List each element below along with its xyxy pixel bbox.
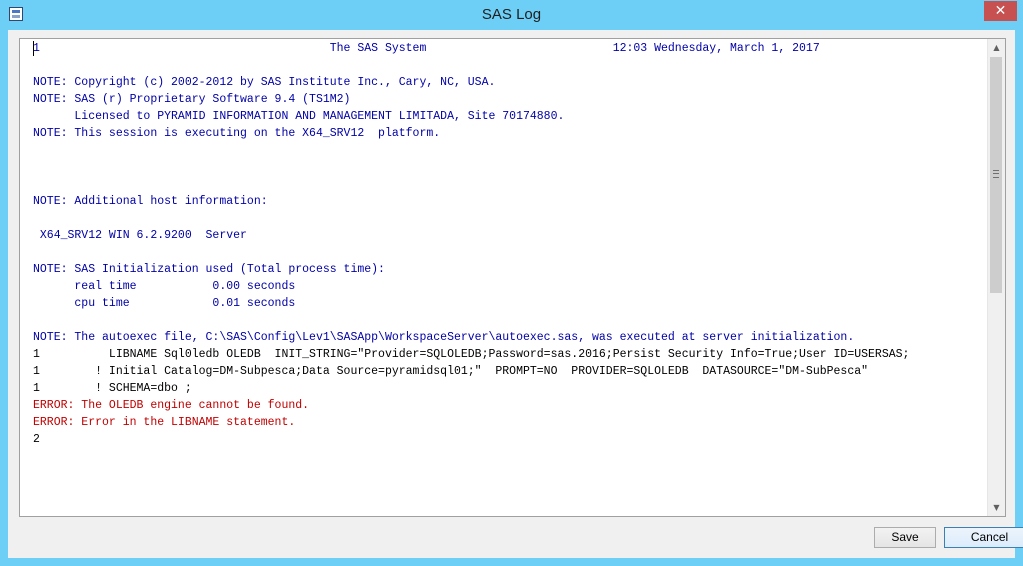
window-title: SAS Log bbox=[481, 6, 542, 23]
scroll-down-arrow-icon[interactable]: ▼ bbox=[988, 499, 1005, 516]
scrollbar-grip-icon bbox=[993, 170, 999, 178]
log-line: NOTE: SAS Initialization used (Total pro… bbox=[33, 263, 385, 276]
log-line: 2 bbox=[33, 433, 40, 446]
log-line: NOTE: Additional host information: bbox=[33, 195, 268, 208]
save-button[interactable]: Save bbox=[874, 527, 936, 548]
vertical-scrollbar[interactable]: ▲ ▼ bbox=[987, 39, 1005, 516]
log-line: 1 LIBNAME Sql0ledb OLEDB INIT_STRING="Pr… bbox=[33, 348, 910, 361]
scroll-up-arrow-icon[interactable]: ▲ bbox=[988, 39, 1005, 56]
log-line: 1 ! Initial Catalog=DM-Subpesca;Data Sou… bbox=[33, 365, 869, 378]
log-text-area[interactable]: 1 The SAS System 12:03 Wednesday, March … bbox=[20, 39, 989, 516]
log-line: X64_SRV12 WIN 6.2.9200 Server bbox=[33, 229, 247, 242]
sas-log-window: SAS Log ✕ 1 The SAS System 12:03 Wednesd… bbox=[0, 0, 1023, 566]
close-button[interactable]: ✕ bbox=[984, 1, 1017, 21]
title-bar[interactable]: SAS Log ✕ bbox=[0, 0, 1023, 30]
log-line: NOTE: This session is executing on the X… bbox=[33, 127, 441, 140]
log-line: cpu time 0.01 seconds bbox=[33, 297, 296, 310]
log-viewer[interactable]: 1 The SAS System 12:03 Wednesday, March … bbox=[19, 38, 1006, 517]
log-line: 1 The SAS System 12:03 Wednesday, March … bbox=[33, 42, 820, 55]
dialog-client-area: 1 The SAS System 12:03 Wednesday, March … bbox=[8, 30, 1023, 558]
cancel-button[interactable]: Cancel bbox=[944, 527, 1023, 548]
log-line: ERROR: The OLEDB engine cannot be found. bbox=[33, 399, 310, 412]
log-line: NOTE: Copyright (c) 2002-2012 by SAS Ins… bbox=[33, 76, 496, 89]
scrollbar-thumb[interactable] bbox=[990, 57, 1002, 293]
log-line: ERROR: Error in the LIBNAME statement. bbox=[33, 416, 296, 429]
log-line: Licensed to PYRAMID INFORMATION AND MANA… bbox=[33, 110, 565, 123]
log-line: NOTE: SAS (r) Proprietary Software 9.4 (… bbox=[33, 93, 351, 106]
log-line: NOTE: The autoexec file, C:\SAS\Config\L… bbox=[33, 331, 855, 344]
log-line: real time 0.00 seconds bbox=[33, 280, 296, 293]
log-line: 1 ! SCHEMA=dbo ; bbox=[33, 382, 192, 395]
